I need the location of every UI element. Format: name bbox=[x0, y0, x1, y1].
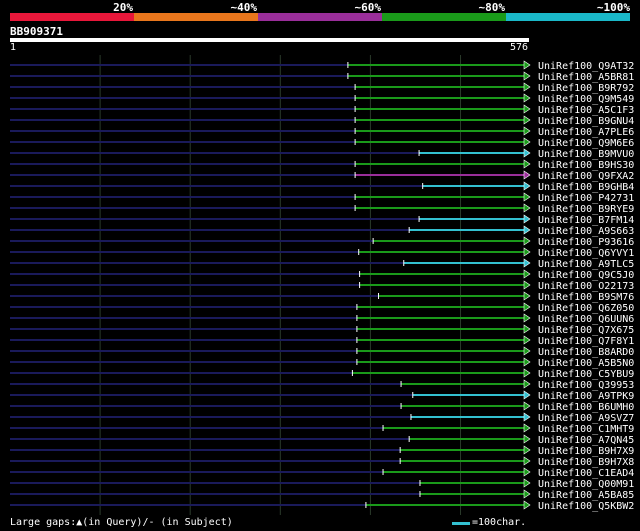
hit-end-arrow-icon bbox=[523, 115, 531, 125]
hit-end-arrow-icon bbox=[523, 82, 531, 92]
query-end-tick: 576 bbox=[509, 42, 528, 53]
hit-end-arrow-icon bbox=[523, 291, 531, 301]
hit-label[interactable]: UniRef100_Q39953 bbox=[538, 380, 634, 391]
hit-label[interactable]: UniRef100_C1MHT9 bbox=[538, 424, 634, 435]
hit-label[interactable]: UniRef100_Q6Z050 bbox=[538, 303, 634, 314]
hit-label[interactable]: UniRef100_O22173 bbox=[538, 281, 634, 292]
color-segment-100 bbox=[506, 13, 630, 21]
hit-end-arrow-icon bbox=[523, 225, 531, 235]
hit-end-arrow-icon bbox=[523, 302, 531, 312]
hit-end-arrow-icon bbox=[523, 159, 531, 169]
hit-label[interactable]: UniRef100_C1EAD4 bbox=[538, 468, 634, 479]
hit-end-arrow-icon bbox=[523, 93, 531, 103]
hit-end-arrow-icon bbox=[523, 313, 531, 323]
hit-end-arrow-icon bbox=[523, 357, 531, 367]
hit-end-arrow-icon bbox=[523, 500, 531, 510]
hit-end-arrow-icon bbox=[523, 71, 531, 81]
hit-label[interactable]: UniRef100_Q9AT32 bbox=[538, 61, 634, 72]
hit-end-arrow-icon bbox=[523, 445, 531, 455]
color-segment-80 bbox=[382, 13, 506, 21]
hit-label[interactable]: UniRef100_Q5KBW2 bbox=[538, 501, 634, 512]
hit-label[interactable]: UniRef100_Q6YVY1 bbox=[538, 248, 634, 259]
hit-end-arrow-icon bbox=[523, 478, 531, 488]
hit-end-arrow-icon bbox=[523, 148, 531, 158]
hit-label[interactable]: UniRef100_B7FM14 bbox=[538, 215, 634, 226]
hit-label[interactable]: UniRef100_B9R792 bbox=[538, 83, 634, 94]
hit-end-arrow-icon bbox=[523, 379, 531, 389]
hit-end-arrow-icon bbox=[523, 280, 531, 290]
hit-label[interactable]: UniRef100_B9GHB4 bbox=[538, 182, 634, 193]
gaps-legend: Large gaps:▲(in Query)/- (in Subject) bbox=[10, 517, 233, 528]
hit-end-arrow-icon bbox=[523, 236, 531, 246]
hit-label[interactable]: UniRef100_Q9C5J0 bbox=[538, 270, 634, 281]
hit-label[interactable]: UniRef100_B9GNU4 bbox=[538, 116, 634, 127]
hit-label[interactable]: UniRef100_A9TLC5 bbox=[538, 259, 634, 270]
hit-end-arrow-icon bbox=[523, 390, 531, 400]
hit-end-arrow-icon bbox=[523, 192, 531, 202]
hit-label[interactable]: UniRef100_B9MVU0 bbox=[538, 149, 634, 160]
hit-label[interactable]: UniRef100_B8ARD0 bbox=[538, 347, 634, 358]
hit-label[interactable]: UniRef100_Q00M91 bbox=[538, 479, 634, 490]
hit-end-arrow-icon bbox=[523, 137, 531, 147]
query-bar bbox=[10, 38, 529, 42]
hit-end-arrow-icon bbox=[523, 247, 531, 257]
hit-end-arrow-icon bbox=[523, 203, 531, 213]
hit-end-arrow-icon bbox=[523, 258, 531, 268]
query-start-tick: 1 bbox=[10, 42, 17, 53]
hit-end-arrow-icon bbox=[523, 456, 531, 466]
hit-end-arrow-icon bbox=[523, 335, 531, 345]
color-segment-40 bbox=[134, 13, 258, 21]
hit-label[interactable]: UniRef100_P42731 bbox=[538, 193, 634, 204]
hit-label[interactable]: UniRef100_A5C1F3 bbox=[538, 105, 634, 116]
hit-label[interactable]: UniRef100_B9H7X9 bbox=[538, 446, 634, 457]
hit-end-arrow-icon bbox=[523, 60, 531, 70]
hit-end-arrow-icon bbox=[523, 324, 531, 334]
hit-label[interactable]: UniRef100_B9RYE9 bbox=[538, 204, 634, 215]
color-segment-20 bbox=[10, 13, 134, 21]
hit-label[interactable]: UniRef100_B6UMH0 bbox=[538, 402, 634, 413]
hit-end-arrow-icon bbox=[523, 489, 531, 499]
hit-end-arrow-icon bbox=[523, 434, 531, 444]
hit-end-arrow-icon bbox=[523, 126, 531, 136]
hit-end-arrow-icon bbox=[523, 401, 531, 411]
hit-label[interactable]: UniRef100_A5B5N0 bbox=[538, 358, 634, 369]
identity-color-bar bbox=[10, 13, 630, 21]
hit-label[interactable]: UniRef100_A7QN45 bbox=[538, 435, 634, 446]
hit-label[interactable]: UniRef100_A9SVZ7 bbox=[538, 413, 634, 424]
hit-label[interactable]: UniRef100_P93616 bbox=[538, 237, 634, 248]
hit-label[interactable]: UniRef100_A9S663 bbox=[538, 226, 634, 237]
hit-end-arrow-icon bbox=[523, 368, 531, 378]
hit-end-arrow-icon bbox=[523, 104, 531, 114]
hit-end-arrow-icon bbox=[523, 170, 531, 180]
color-segment-60 bbox=[258, 13, 382, 21]
hit-label[interactable]: UniRef100_Q7F8Y1 bbox=[538, 336, 634, 347]
hit-label[interactable]: UniRef100_C5YBU9 bbox=[538, 369, 634, 380]
hit-label[interactable]: UniRef100_B9SM76 bbox=[538, 292, 634, 303]
scale-bar bbox=[452, 522, 470, 525]
hit-end-arrow-icon bbox=[523, 346, 531, 356]
hit-label[interactable]: UniRef100_A9TPK9 bbox=[538, 391, 634, 402]
hit-label[interactable]: UniRef100_Q7X675 bbox=[538, 325, 634, 336]
hit-end-arrow-icon bbox=[523, 467, 531, 477]
hit-end-arrow-icon bbox=[523, 181, 531, 191]
hit-label[interactable]: UniRef100_B9HS30 bbox=[538, 160, 634, 171]
hit-label[interactable]: UniRef100_Q9FXA2 bbox=[538, 171, 634, 182]
hit-label[interactable]: UniRef100_A7PLE6 bbox=[538, 127, 634, 138]
hit-end-arrow-icon bbox=[523, 269, 531, 279]
hit-label[interactable]: UniRef100_A5BA85 bbox=[538, 490, 634, 501]
hit-label[interactable]: UniRef100_Q9M549 bbox=[538, 94, 634, 105]
hit-end-arrow-icon bbox=[523, 412, 531, 422]
scale-label: =100char. bbox=[472, 517, 527, 528]
hit-label[interactable]: UniRef100_Q9M6E6 bbox=[538, 138, 634, 149]
hit-end-arrow-icon bbox=[523, 214, 531, 224]
hit-label[interactable]: UniRef100_Q6UUN6 bbox=[538, 314, 634, 325]
alignment-plot: UniRef100_Q9AT32UniRef100_A5BR81UniRef10… bbox=[10, 55, 634, 515]
hit-label[interactable]: UniRef100_B9H7X8 bbox=[538, 457, 634, 468]
legend-labels: 20% ~40% ~60% ~80% ~100% bbox=[0, 0, 640, 14]
query-id: BB909371 bbox=[10, 25, 63, 38]
hit-label[interactable]: UniRef100_A5BR81 bbox=[538, 72, 634, 83]
hit-end-arrow-icon bbox=[523, 423, 531, 433]
